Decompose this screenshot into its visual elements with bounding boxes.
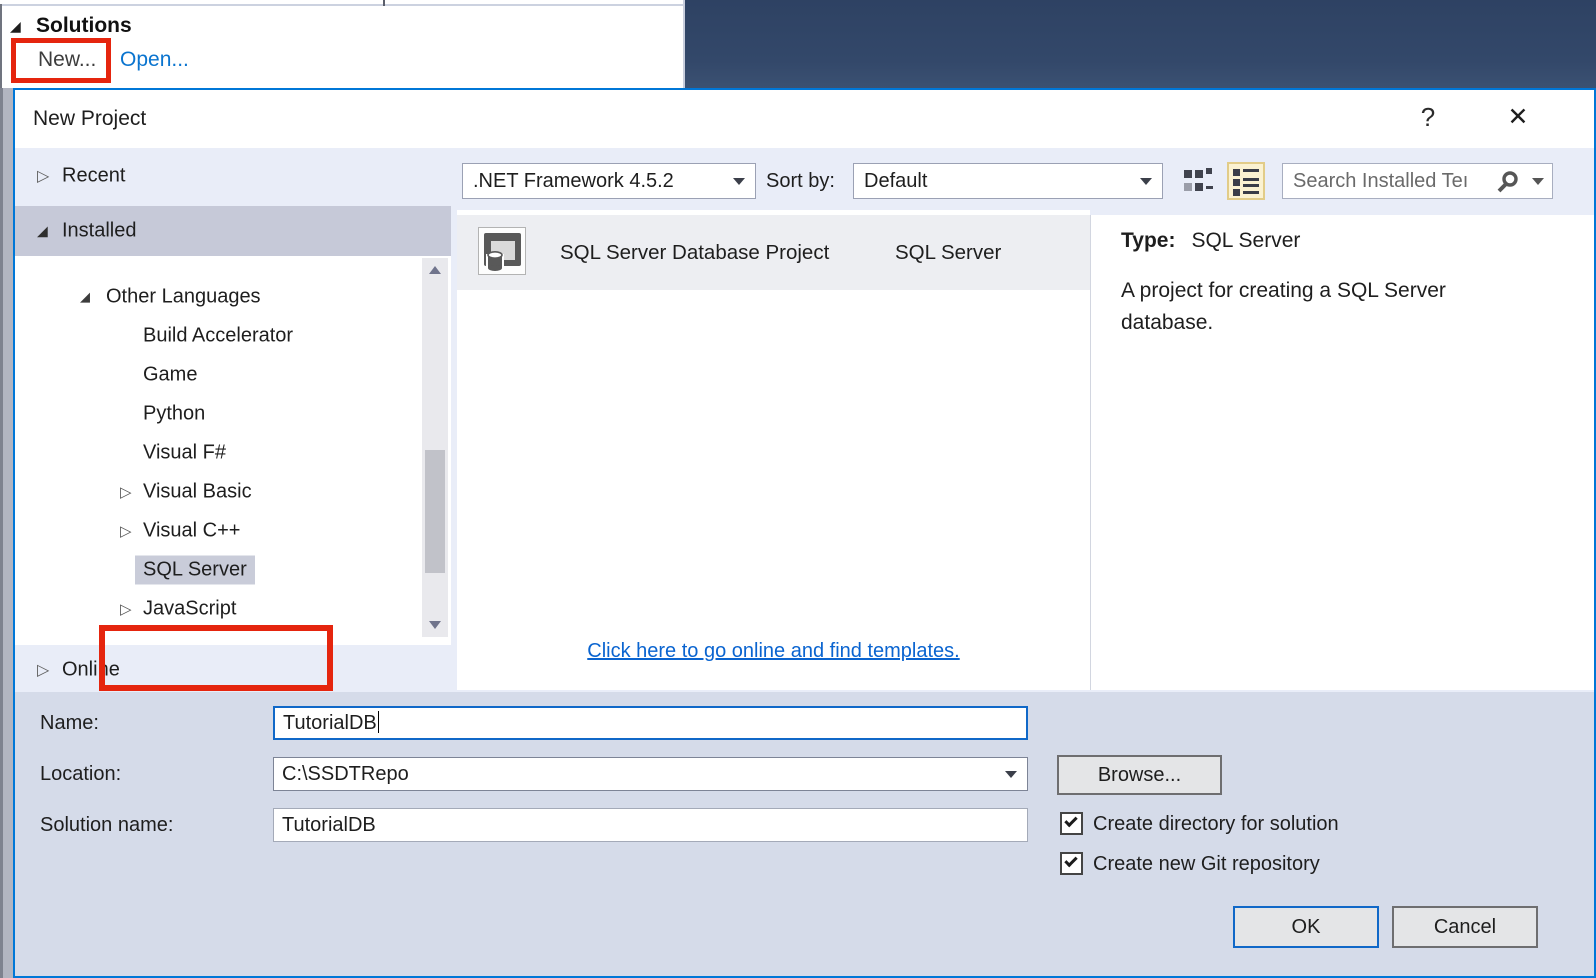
tree-label: Visual Basic [143, 480, 252, 502]
create-git-checkbox[interactable] [1060, 852, 1083, 875]
new-solution-link[interactable]: New... [38, 48, 96, 72]
tree-item-visual-basic[interactable]: ▷ Visual Basic [15, 472, 421, 511]
panel-left-edge [0, 4, 2, 88]
tree-label: Visual C++ [143, 519, 241, 541]
tree-label: Other Languages [106, 285, 261, 307]
sort-dropdown-value: Default [864, 170, 928, 192]
create-git-label: Create new Git repository [1093, 853, 1320, 875]
tree-label: Visual F# [143, 441, 227, 463]
chevron-collapsed-icon[interactable]: ▷ [120, 522, 132, 540]
help-icon[interactable]: ? [1413, 102, 1443, 136]
sort-by-label: Sort by: [766, 170, 835, 192]
list-view-button[interactable] [1227, 162, 1265, 200]
tree-item-javascript[interactable]: ▷ JavaScript [15, 589, 421, 628]
close-icon[interactable]: ✕ [1501, 102, 1535, 136]
panel-divider [0, 4, 683, 6]
tree-item-visual-cpp[interactable]: ▷ Visual C++ [15, 511, 421, 550]
panel-divider-tick [383, 0, 385, 6]
text-cursor [377, 711, 379, 733]
search-icon[interactable] [1496, 170, 1520, 199]
template-info-panel: Type: SQL Server A project for creating a… [1090, 215, 1594, 690]
search-box [1282, 163, 1553, 199]
sidebar-item-installed[interactable]: ◢ Installed [15, 206, 451, 256]
small-icons-view-button[interactable] [1181, 166, 1213, 198]
chevron-collapsed-icon[interactable]: ▷ [120, 483, 132, 501]
chevron-expanded-icon[interactable]: ◢ [37, 223, 48, 240]
name-field[interactable]: TutorialDB [273, 706, 1028, 740]
sidebar-online-label: Online [62, 658, 120, 681]
search-options-chevron-icon[interactable] [1532, 178, 1544, 185]
location-label: Location: [40, 763, 122, 785]
scroll-down-icon[interactable] [429, 621, 441, 629]
tree-item-other-languages[interactable]: ◢ Other Languages [15, 277, 421, 316]
create-directory-label: Create directory for solution [1093, 813, 1339, 835]
team-explorer-panel: ◢ Solutions New... Open... [0, 0, 685, 88]
tree-item-sql-server[interactable]: SQL Server [15, 550, 421, 589]
database-project-icon [478, 227, 528, 277]
template-description: A project for creating a SQL Server data… [1121, 279, 1446, 334]
solution-name-field[interactable]: TutorialDB [273, 808, 1028, 842]
tree-label: Build Accelerator [143, 324, 294, 346]
create-directory-checkbox[interactable] [1060, 812, 1083, 835]
checkmark-icon [1064, 853, 1078, 868]
tree-item-game[interactable]: Game [15, 355, 421, 394]
small-icons-view-icon [1184, 168, 1213, 191]
search-input[interactable] [1293, 166, 1493, 196]
solutions-header: Solutions [36, 14, 132, 37]
tree-label: JavaScript [143, 597, 237, 619]
tree-item-visual-fsharp[interactable]: Visual F# [15, 433, 421, 472]
screenshot-canvas: ◢ Solutions New... Open... New Project ?… [0, 0, 1596, 978]
sidebar-item-online[interactable]: ▷ Online [15, 648, 451, 692]
tree-item-build-accelerator[interactable]: Build Accelerator [15, 316, 421, 355]
checkmark-icon [1064, 813, 1078, 828]
cancel-button[interactable]: Cancel [1392, 906, 1538, 948]
tree-item-python[interactable]: Python [15, 394, 421, 433]
sort-dropdown[interactable]: Default [853, 163, 1163, 199]
scrollbar-thumb[interactable] [425, 450, 445, 573]
framework-dropdown[interactable]: .NET Framework 4.5.2 [462, 163, 756, 199]
installed-templates-tree: ◢ Other Languages Build Accelerator Game… [15, 256, 451, 645]
tree-label: Python [143, 402, 206, 424]
sidebar-installed-label: Installed [62, 219, 137, 242]
tree-label-selected: SQL Server [135, 555, 255, 584]
ok-button[interactable]: OK [1233, 906, 1379, 948]
dialog-title: New Project [33, 107, 147, 130]
scroll-up-icon[interactable] [429, 266, 441, 274]
template-item-title: SQL Server Database Project [560, 241, 830, 264]
template-item-type: SQL Server [895, 241, 1002, 264]
new-project-dialog: New Project ? ✕ ▷ Recent ◢ Installed ◢ O… [13, 88, 1596, 978]
framework-dropdown-value: .NET Framework 4.5.2 [473, 170, 674, 192]
chevron-down-icon [1005, 771, 1017, 778]
dialog-titlebar: New Project ? ✕ [15, 90, 1594, 148]
editor-background [685, 0, 1596, 88]
browse-button[interactable]: Browse... [1057, 755, 1222, 795]
open-solution-link[interactable]: Open... [120, 48, 189, 72]
chevron-collapsed-icon[interactable]: ▷ [120, 600, 132, 618]
chevron-collapsed-icon[interactable]: ▷ [37, 166, 49, 186]
expanded-triangle-icon[interactable]: ◢ [10, 18, 21, 35]
solution-name-value: TutorialDB [282, 814, 376, 836]
type-value: SQL Server [1191, 229, 1301, 252]
template-item-sql-server-database-project[interactable]: SQL Server Database Project SQL Server [457, 215, 1090, 290]
chevron-down-icon [733, 178, 745, 185]
list-view-icon [1233, 169, 1259, 196]
location-dropdown[interactable]: C:\SSDTRepo [273, 757, 1028, 791]
template-type-row: Type: SQL Server [1121, 229, 1300, 253]
solution-name-label: Solution name: [40, 814, 174, 836]
go-online-link[interactable]: Click here to go online and find templat… [457, 640, 1090, 663]
sidebar-recent-label: Recent [62, 164, 126, 187]
template-list-panel: SQL Server Database Project SQL Server C… [457, 210, 1090, 690]
window-edge-strip [0, 88, 13, 978]
tree-scrollbar[interactable] [422, 258, 448, 637]
name-label: Name: [40, 712, 99, 734]
tree-label: Game [143, 363, 198, 385]
sidebar-item-recent[interactable]: ▷ Recent [15, 154, 451, 198]
location-value: C:\SSDTRepo [282, 763, 409, 785]
chevron-collapsed-icon[interactable]: ▷ [37, 660, 49, 680]
name-value: TutorialDB [283, 712, 377, 734]
chevron-expanded-icon[interactable]: ◢ [80, 289, 90, 305]
chevron-down-icon [1140, 178, 1152, 185]
type-label: Type: [1121, 229, 1176, 252]
